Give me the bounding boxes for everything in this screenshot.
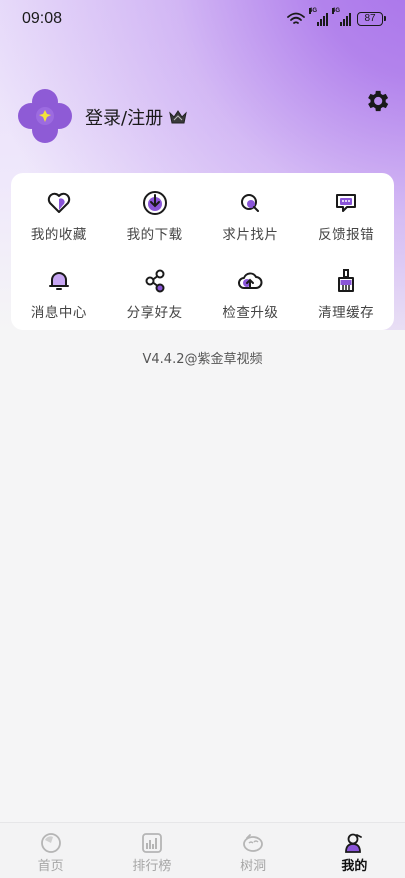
status-time: 09:08 (22, 10, 63, 27)
ranking-icon (141, 833, 162, 853)
menu-item-label: 求片找片 (222, 227, 279, 243)
signal-tag: 4G (332, 7, 341, 14)
menu-item-label: 我的下载 (126, 227, 183, 243)
login-register-link[interactable]: 登录/注册 (85, 104, 163, 130)
menu-card: 我的收藏 我的下载 求片找片 反馈报错 消息中心 分享好友 检查升级 清理缓存 (11, 173, 394, 330)
menu-item-label: 消息中心 (30, 305, 87, 321)
menu-item-favorites[interactable]: 我的收藏 (11, 175, 107, 253)
menu-item-label: 反馈报错 (318, 227, 375, 243)
menu-item-downloads[interactable]: 我的下载 (107, 175, 203, 253)
version-text: V4.4.2@紫金草视频 (142, 352, 263, 367)
status-icons: 4G 4G 87 (287, 7, 386, 26)
share-icon (145, 269, 165, 293)
menu-item-request[interactable]: 求片找片 (203, 175, 299, 253)
nav-label: 树洞 (240, 859, 267, 874)
status-bar: 09:08 4G 4G 87 (0, 0, 405, 38)
menu-item-label: 清理缓存 (318, 305, 375, 321)
menu-item-messages[interactable]: 消息中心 (11, 253, 107, 331)
nav-tab-ranking[interactable]: 排行榜 (101, 823, 202, 878)
profile-screen: 09:08 4G 4G 87 登录/注册 我的收藏 我的下载 求片找片 反馈报错… (0, 0, 405, 878)
wifi-icon (287, 12, 305, 24)
home-icon (40, 833, 61, 853)
battery-indicator: 87 (357, 12, 386, 26)
nav-tab-home[interactable]: 首页 (0, 823, 101, 878)
signal-icon: 4G (332, 7, 351, 26)
crown-icon (169, 110, 187, 124)
bell-icon (48, 272, 69, 290)
cloud-upload-icon (238, 272, 263, 289)
broom-icon (338, 269, 355, 292)
menu-item-upgrade[interactable]: 检查升级 (203, 253, 299, 331)
nav-label: 首页 (37, 859, 64, 874)
bottom-nav: 首页 排行榜 树洞 我的 (0, 822, 405, 878)
nav-tab-mine[interactable]: 我的 (304, 823, 405, 878)
download-icon (142, 191, 167, 215)
menu-item-label: 分享好友 (126, 305, 183, 321)
search-icon (241, 194, 260, 212)
menu-item-share[interactable]: 分享好友 (107, 253, 203, 331)
violet-flower-icon[interactable] (17, 88, 73, 144)
menu-item-label: 检查升级 (222, 305, 279, 321)
gear-icon[interactable] (363, 87, 391, 115)
signal-icon: 4G (309, 7, 328, 26)
menu-item-label: 我的收藏 (30, 227, 87, 243)
nav-label: 排行榜 (132, 859, 172, 874)
menu-item-feedback[interactable]: 反馈报错 (298, 175, 394, 253)
heart-icon (47, 192, 71, 213)
feedback-icon (336, 194, 357, 212)
menu-item-clear-cache[interactable]: 清理缓存 (298, 253, 394, 331)
signal-tag: 4G (309, 7, 318, 14)
profile-icon (345, 833, 363, 853)
nav-label: 我的 (341, 859, 368, 874)
nav-tab-tree-hole[interactable]: 树洞 (203, 823, 304, 878)
tree-hole-icon (243, 834, 264, 852)
